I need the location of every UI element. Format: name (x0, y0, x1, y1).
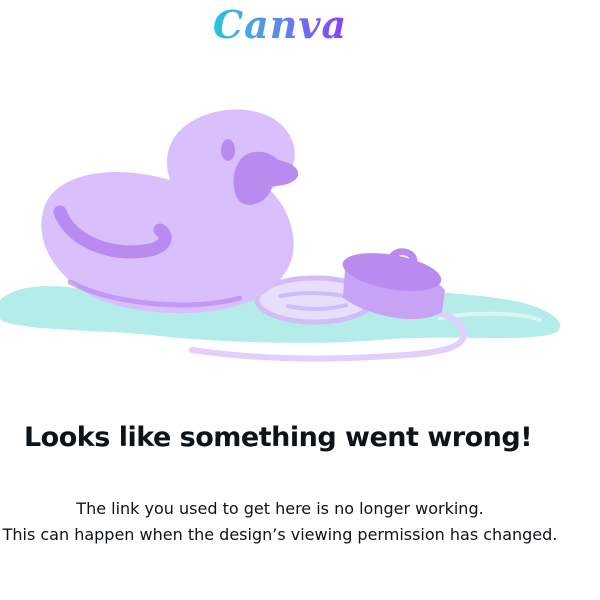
rubber-duck-illustration (0, 109, 561, 362)
duck-body (41, 109, 295, 314)
logo-text: Canva (212, 2, 348, 47)
duck-eye (221, 139, 235, 161)
canva-logo[interactable]: Canva (0, 2, 560, 48)
error-message-line-1: The link you used to get here is no long… (76, 499, 484, 518)
error-message-line-2: This can happen when the design’s viewin… (2, 525, 558, 544)
error-headline: Looks like something went wrong! (23, 422, 533, 453)
error-page: Canva Looks like something went wrong! T… (0, 0, 600, 600)
error-message: The link you used to get here is no long… (0, 496, 580, 548)
